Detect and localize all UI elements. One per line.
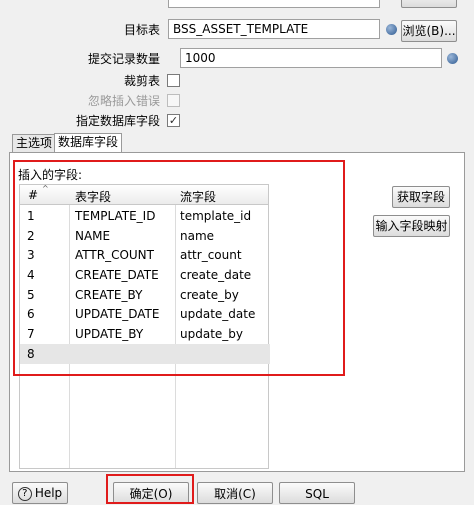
ignore-errors-label: 忽略插入错误 — [87, 94, 160, 108]
help-label: Help — [34, 486, 63, 500]
commit-count-field[interactable]: 1000 — [180, 48, 442, 68]
specify-fields-checkbox[interactable]: ✓ — [167, 114, 180, 127]
help-button[interactable]: ? Help — [12, 482, 68, 504]
browse-table-button[interactable]: 浏览(B)... — [401, 20, 457, 42]
variable-icon-commit — [447, 53, 458, 64]
target-table-field[interactable]: BSS_ASSET_TEMPLATE — [168, 19, 380, 39]
target-table-label: 目标表 — [123, 23, 160, 37]
browse-schema-button[interactable] — [401, 0, 457, 8]
truncate-checkbox[interactable] — [167, 74, 180, 87]
ignore-errors-checkbox[interactable] — [167, 94, 180, 107]
highlight-box-ok — [106, 474, 194, 504]
tab-db-fields[interactable]: 数据库字段 — [54, 133, 123, 153]
truncate-label: 裁剪表 — [123, 74, 160, 88]
help-icon: ? — [17, 486, 32, 501]
specify-fields-label: 指定数据库字段 — [75, 114, 160, 128]
cancel-button[interactable]: 取消(C) — [197, 482, 273, 504]
highlight-box-fields — [13, 160, 345, 376]
tab-main-options[interactable]: 主选项 — [12, 134, 57, 152]
commit-count-label: 提交记录数量 — [87, 52, 160, 66]
map-input-fields-button[interactable]: 输入字段映射 — [373, 215, 450, 237]
get-fields-button[interactable]: 获取字段 — [392, 186, 450, 208]
variable-icon — [386, 24, 397, 35]
sql-button[interactable]: SQL — [279, 482, 355, 504]
target-schema-field[interactable] — [168, 0, 380, 8]
